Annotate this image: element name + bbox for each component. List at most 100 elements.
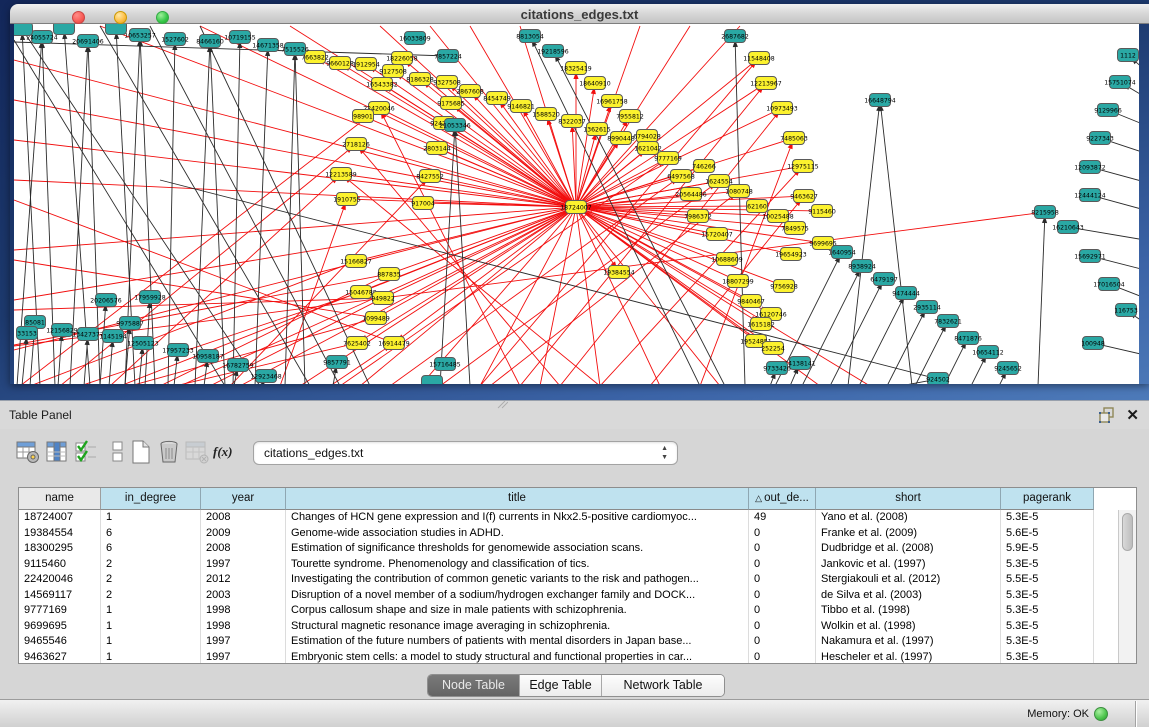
graph-node[interactable]: 9129966	[1094, 104, 1122, 117]
delete-column-icon[interactable]	[157, 440, 181, 464]
new-column-icon[interactable]	[129, 440, 153, 464]
cited-node[interactable]: 9840467	[737, 295, 765, 308]
cited-node[interactable]: 9660128	[326, 57, 354, 70]
graph-node[interactable]: 10653257	[124, 29, 156, 42]
cited-node[interactable]: 9463627	[790, 190, 818, 203]
graph-node[interactable]: 20206576	[90, 294, 122, 307]
graph-node[interactable]: 2687682	[721, 30, 749, 43]
graph-node[interactable]: 116753	[1114, 304, 1138, 317]
cited-node[interactable]: 9146821	[507, 100, 535, 113]
tab-node-table[interactable]: Node Table	[428, 675, 520, 696]
cited-node[interactable]: 1099489	[362, 312, 390, 325]
vertical-scrollbar[interactable]	[1118, 510, 1136, 663]
cited-node[interactable]: 12213967	[750, 77, 782, 90]
cited-node[interactable]: 7485063	[780, 132, 808, 145]
cited-node[interactable]: 12975115	[787, 160, 819, 173]
graph-node[interactable]: 6479197	[870, 273, 898, 286]
window-titlebar[interactable]: citations_edges.txt	[10, 4, 1149, 24]
graph-node[interactable]: 9474444	[892, 287, 920, 300]
scrollbar-thumb[interactable]	[1122, 513, 1133, 551]
graph-node[interactable]: 12444124	[1074, 189, 1106, 202]
graph-node[interactable]: 15716485	[429, 358, 461, 371]
graph-node[interactable]: 16033809	[399, 32, 431, 45]
graph-node[interactable]: 10654112	[972, 346, 1004, 359]
cited-node[interactable]: 252254	[761, 342, 785, 355]
cited-node[interactable]: 18325419	[560, 62, 592, 75]
graph-node[interactable]: 2935114	[913, 301, 941, 314]
cited-node[interactable]: 2867608	[456, 85, 484, 98]
table-selector-dropdown[interactable]: citations_edges.txt ▲▼	[253, 441, 678, 465]
cited-node[interactable]: 1080748	[725, 185, 753, 198]
select-all-rows-icon[interactable]	[74, 440, 98, 464]
graph-node[interactable]: 33153	[17, 327, 38, 340]
cited-node[interactable]: 917004	[411, 197, 435, 210]
column-header-name[interactable]: name	[19, 488, 101, 510]
divider-grip-icon[interactable]	[496, 401, 508, 409]
cited-node[interactable]: 6794028	[633, 130, 661, 143]
cited-node[interactable]: 949822	[371, 292, 395, 305]
graph-node[interactable]: 10958187	[192, 350, 224, 363]
table-row[interactable]: 2242004622012Investigating the contribut…	[19, 572, 1118, 588]
graph-node[interactable]	[14, 24, 33, 36]
cited-node[interactable]: 2718126	[342, 138, 370, 151]
graph-node[interactable]: 9857791	[323, 356, 351, 369]
graph-node[interactable]: 7832621	[934, 315, 962, 328]
graph-node[interactable]: 9733426	[763, 362, 791, 375]
graph-node[interactable]: 7515526	[281, 43, 309, 56]
cited-node[interactable]: 7955812	[616, 110, 644, 123]
cited-node[interactable]: 1912954	[352, 58, 380, 71]
table-row[interactable]: 1938455462009Genome-wide association stu…	[19, 526, 1118, 542]
table-row[interactable]: 946362711997Embryonic stem cells: a mode…	[19, 650, 1118, 664]
table-row[interactable]: 946554611997Estimation of the future num…	[19, 634, 1118, 650]
graph-node[interactable]: 8466160	[196, 35, 224, 48]
graph-node[interactable]: 9227343	[1086, 132, 1114, 145]
cited-node[interactable]: 10973493	[766, 102, 798, 115]
cited-node[interactable]: 9175685	[437, 97, 465, 110]
cited-node[interactable]: 746266	[692, 160, 716, 173]
graph-node[interactable]: 20691406	[72, 35, 104, 48]
graph-node[interactable]: 7857224	[434, 50, 462, 63]
cited-node[interactable]: 62160	[747, 200, 768, 213]
function-builder-icon[interactable]: f(x)	[213, 440, 241, 464]
graph-node[interactable]: 15692971	[1074, 250, 1106, 263]
cited-node[interactable]: 7849575	[781, 222, 809, 235]
graph-node[interactable]: 19218596	[537, 45, 569, 58]
cited-node[interactable]: 19654923	[775, 248, 807, 261]
table-row[interactable]: 1456911722003Disruption of a novel membe…	[19, 588, 1118, 604]
column-header-short[interactable]: short	[816, 488, 1001, 510]
graph-node[interactable]: 9245652	[994, 362, 1022, 375]
graph-node[interactable]: 8813054	[516, 30, 544, 43]
column-header-title[interactable]: title	[286, 488, 749, 510]
graph-node[interactable]: 16648794	[864, 94, 896, 107]
graph-node[interactable]	[106, 24, 127, 35]
graph-node[interactable]: 15751074	[1104, 76, 1136, 89]
graph-node[interactable]: 1145194	[99, 330, 127, 343]
cited-node[interactable]: 9327508	[433, 76, 461, 89]
cited-node[interactable]: 7625402	[343, 337, 371, 350]
cited-node[interactable]: 11548408	[743, 52, 775, 65]
graph-node[interactable]: 1640954	[828, 246, 856, 259]
graph-node[interactable]	[422, 376, 443, 385]
close-panel-icon[interactable]: ✕	[1126, 406, 1139, 424]
tab-edge-table[interactable]: Edge Table	[520, 675, 602, 696]
cited-node[interactable]: 7986372	[684, 210, 712, 223]
graph-node[interactable]: 8215958	[1031, 206, 1059, 219]
memory-status-icon[interactable]	[1094, 707, 1108, 721]
show-columns-icon[interactable]	[45, 440, 69, 464]
cited-node[interactable]: 1588520	[532, 108, 560, 121]
cited-node[interactable]: 8186328	[406, 73, 434, 86]
cited-node[interactable]: 2803144	[423, 142, 451, 155]
cited-node[interactable]: 12213589	[325, 168, 357, 181]
column-header-pagerank[interactable]: pagerank	[1001, 488, 1094, 510]
graph-node[interactable]: 1527602	[161, 33, 189, 46]
graph-node[interactable]: 17957233	[162, 344, 194, 357]
citation-graph[interactable]: 1872400776638229660128191295418226058912…	[14, 24, 1139, 384]
column-header-in_degree[interactable]: in_degree	[101, 488, 201, 510]
cited-node[interactable]: 16961758	[596, 95, 628, 108]
graph-node[interactable]: 16210643	[1052, 221, 1084, 234]
cited-node[interactable]: 9115460	[808, 205, 836, 218]
table-row[interactable]: 1830029562008Estimation of significance …	[19, 541, 1118, 557]
graph-node[interactable]: 8938924	[848, 260, 876, 273]
cited-node[interactable]: 9756928	[770, 280, 798, 293]
clear-selection-icon[interactable]	[106, 440, 130, 464]
